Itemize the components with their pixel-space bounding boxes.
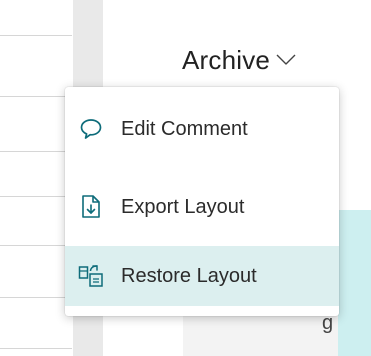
list-row-divider: [0, 245, 72, 246]
content-card-highlight: [338, 210, 371, 356]
menu-item-edit-comment[interactable]: Edit Comment: [65, 99, 339, 159]
menu-item-label: Restore Layout: [121, 264, 257, 287]
export-icon: [78, 194, 104, 220]
menu-item-label: Export Layout: [121, 195, 245, 218]
archive-dropdown-menu: Edit Comment Export Layout Restore Layou: [65, 87, 339, 316]
menu-item-restore-layout[interactable]: Restore Layout: [65, 246, 339, 306]
list-row-divider: [0, 151, 72, 152]
left-list-panel: [0, 0, 73, 356]
chevron-down-icon: [276, 54, 296, 66]
list-row-divider: [0, 196, 72, 197]
archive-title: Archive: [182, 44, 271, 75]
archive-menu-trigger[interactable]: Archive: [182, 42, 296, 78]
comment-icon: [78, 116, 104, 142]
restore-layout-icon: [78, 263, 104, 289]
menu-item-label: Edit Comment: [121, 117, 248, 140]
list-row-divider: [0, 35, 72, 36]
list-row-divider: [0, 96, 72, 97]
list-row-divider: [0, 297, 72, 298]
list-row-divider: [0, 348, 72, 349]
menu-item-export-layout[interactable]: Export Layout: [65, 177, 339, 237]
